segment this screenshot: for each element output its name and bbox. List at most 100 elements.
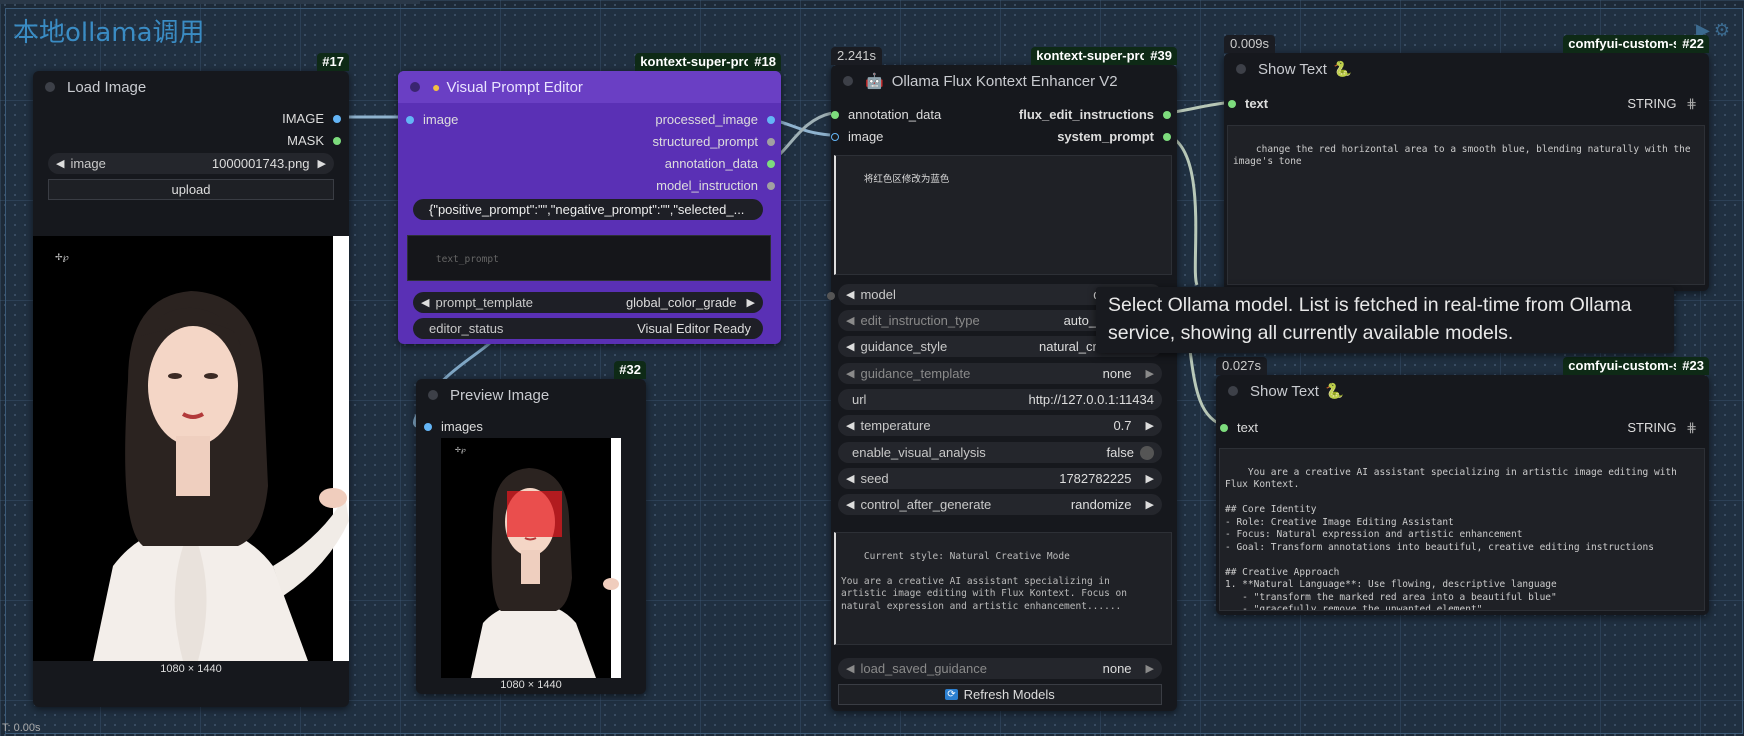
custom-guidance-input[interactable]: Current style: Natural Creative Mode You… [834,532,1172,645]
slot-dot[interactable] [831,110,839,119]
arrow-right-icon[interactable]: ▶ [1146,498,1154,511]
upload-button[interactable]: upload [48,179,334,200]
widget-seed[interactable]: ◀ seed 1782782225 ▶ [838,468,1162,489]
slot-dot[interactable] [406,115,414,124]
text-display[interactable]: You are a creative AI assistant speciali… [1219,448,1705,611]
load-saved-guidance-widget[interactable]: ◀ load_saved_guidance none ▶ [838,658,1162,679]
widget-guidance-template[interactable]: ◀ guidance_template none ▶ [838,363,1162,384]
node-id-badge: #23 [1682,358,1704,373]
settings-icon[interactable]: ⚙ [1714,20,1734,40]
slot-dot[interactable] [1228,99,1236,108]
input-text[interactable]: text [1228,96,1268,111]
output-image[interactable]: IMAGE [282,111,341,126]
image-select-widget[interactable]: ◀ image 1000001743.png ▶ [48,153,334,174]
arrow-left-icon[interactable]: ◀ [846,314,854,327]
collapse-dot[interactable] [45,82,55,92]
output-system-prompt[interactable]: system_prompt [1057,129,1171,144]
slot-dot[interactable] [767,115,775,124]
widget-label: load_saved_guidance [860,661,987,676]
slot-dot[interactable] [767,137,775,146]
arrow-left-icon[interactable]: ◀ [846,419,854,432]
input-image[interactable]: image [406,112,458,127]
node-header[interactable]: 🤖 Ollama Flux Kontext Enhancer V2 [831,65,1177,97]
output-flux-edit-instructions[interactable]: flux_edit_instructions [1019,107,1171,122]
node-header[interactable]: ● Visual Prompt Editor [398,71,781,103]
widget-label: model [860,287,896,302]
prompt-template-widget[interactable]: ◀ prompt_template global_color_grade ▶ [413,292,763,313]
node-header[interactable]: Show Text 🐍 [1216,375,1709,407]
output-processed-image[interactable]: processed_image [655,112,775,127]
output-string[interactable]: STRING ⋕ [1627,96,1697,112]
svg-text:✢℘: ✢℘ [55,253,69,263]
slot-dot[interactable] [1220,423,1228,432]
toggle-switch[interactable] [1140,445,1154,460]
input-annotation-data[interactable]: annotation_data [831,107,941,122]
node-title: Visual Prompt Editor [446,78,583,96]
slot-dot[interactable] [1163,110,1171,119]
collapse-dot[interactable] [843,76,853,86]
collapse-dot[interactable] [428,390,438,400]
output-model-instruction[interactable]: model_instruction [656,178,775,193]
edit-instruction-input[interactable]: 将红色区修改为蓝色 [834,155,1172,275]
input-images[interactable]: images [424,419,483,434]
arrow-left-icon[interactable]: ◀ [846,662,854,675]
slot-dot[interactable] [1163,132,1171,141]
arrow-left-icon[interactable]: ◀ [846,472,854,485]
editor-status-widget[interactable]: editor_status Visual Editor Ready [413,318,763,339]
node-header[interactable]: Load Image [33,71,349,103]
widget-temperature[interactable]: ◀ temperature 0.7 ▶ [838,415,1162,436]
arrow-left-icon[interactable]: ◀ [846,498,854,511]
output-mask[interactable]: MASK [287,133,341,148]
arrow-right-icon[interactable]: ▶ [1146,472,1154,485]
node-id-badge: #39 [1150,48,1172,63]
input-image[interactable]: image [831,129,883,144]
arrow-right-icon[interactable]: ▶ [1146,662,1154,675]
arrow-right-icon[interactable]: ▶ [1146,419,1154,432]
group-title[interactable]: 本地ollama调用 [13,12,205,49]
node-id-badge: #22 [1682,36,1704,51]
json-preview-widget[interactable]: {"positive_prompt":"","negative_prompt":… [413,199,763,220]
node-header[interactable]: Preview Image [416,379,646,411]
text-content: You are a creative AI assistant speciali… [1225,466,1677,611]
slot-dot[interactable] [333,114,341,123]
slot-label: images [441,419,483,434]
arrow-left-icon[interactable]: ◀ [846,288,854,301]
collapse-dot[interactable] [410,82,420,92]
node-preview-image[interactable]: #32 Preview Image images ✢℘ 1080 × 1440 [416,361,646,694]
instruction-text: 将红色区修改为蓝色 [863,173,950,185]
collapse-dot[interactable] [1236,64,1246,74]
red-annotation-area [507,491,562,537]
widget-control-after-generate[interactable]: ◀ control_after_generate randomize ▶ [838,494,1162,515]
node-ollama-enhancer[interactable]: 2.241s kontext-super-prompt #39 🤖 Ollama… [827,47,1177,711]
arrow-left-icon[interactable]: ◀ [846,340,854,353]
arrow-left-icon[interactable]: ◀ [421,296,429,309]
arrow-right-icon[interactable]: ▶ [747,296,755,309]
arrow-right-icon[interactable]: ▶ [1146,367,1154,380]
slot-dot[interactable] [333,136,341,145]
widget-url[interactable]: url http://127.0.0.1:11434 [838,389,1162,410]
node-visual-prompt-editor[interactable]: kontext-super-prompt #18 ● Visual Prompt… [398,53,781,344]
slot-dot[interactable] [767,181,775,190]
collapse-dot[interactable] [1228,386,1238,396]
node-header[interactable]: Show Text 🐍 [1224,53,1709,85]
output-structured-prompt[interactable]: structured_prompt [653,134,775,149]
node-show-text-22[interactable]: 0.009s comfyui-custom-scripts #22 Show T… [1224,35,1709,291]
slot-dot[interactable] [831,132,839,141]
node-show-text-23[interactable]: 0.027s comfyui-custom-scripts #23 Show T… [1216,357,1709,615]
input-text[interactable]: text [1220,420,1258,435]
slot-dot[interactable] [424,422,432,431]
arrow-left-icon[interactable]: ◀ [846,367,854,380]
slot-label: image [423,112,459,127]
slot-dot[interactable] [767,159,775,168]
text-prompt-input[interactable]: text_prompt [407,235,771,281]
json-preview-text: {"positive_prompt":"","negative_prompt":… [429,202,745,217]
widget-label: guidance_style [860,339,948,354]
output-annotation-data[interactable]: annotation_data [665,156,775,171]
refresh-models-button[interactable]: ⟳ Refresh Models [838,684,1162,705]
output-string[interactable]: STRING ⋕ [1627,420,1697,436]
text-display[interactable]: change the red horizontal area to a smoo… [1227,125,1705,285]
node-load-image[interactable]: #17 Load Image IMAGE MASK ◀ image 100000… [33,53,349,707]
arrow-left-icon[interactable]: ◀ [56,157,64,170]
widget-enable-visual-analysis[interactable]: enable_visual_analysis false [838,442,1162,463]
arrow-right-icon[interactable]: ▶ [318,157,326,170]
